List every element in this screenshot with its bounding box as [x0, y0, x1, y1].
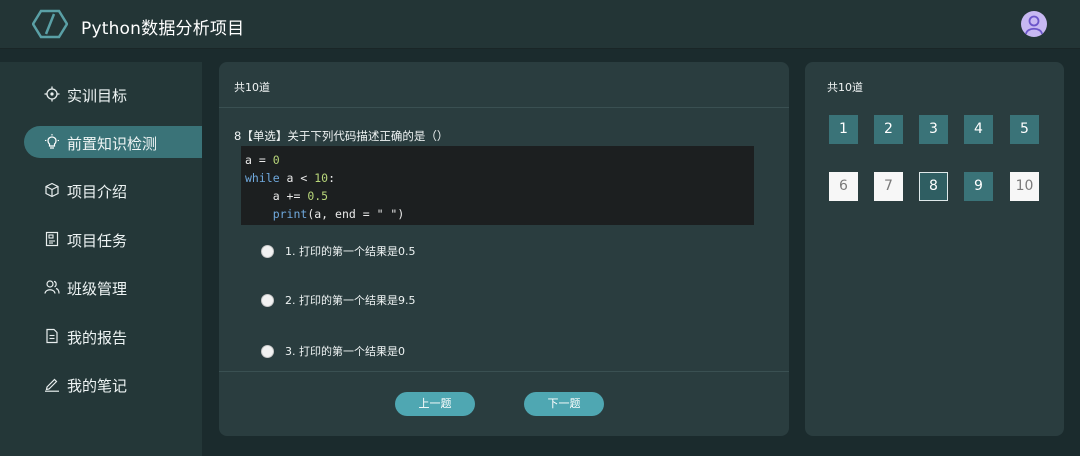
answer-option-1[interactable]: 1. 打印的第一个结果是0.5	[261, 243, 416, 259]
question-number-button[interactable]: 7	[874, 172, 903, 201]
radio-button[interactable]	[261, 244, 274, 258]
sidebar-item-label: 我的笔记	[67, 377, 128, 395]
cube-icon	[45, 182, 59, 198]
answer-sheet-panel: 共10道 1 2 3 4 5 6 7 8 9 10	[805, 62, 1064, 436]
lightbulb-icon	[45, 134, 59, 149]
question-number-button-current[interactable]: 8	[919, 172, 948, 201]
code-line: a += 0.5	[245, 189, 329, 203]
question-panel-header: 共10道	[219, 62, 789, 108]
code-line: print(a, end = " ")	[272, 207, 405, 221]
sidebar-item-label: 项目任务	[67, 232, 128, 250]
sidebar-item-my-report[interactable]: 我的报告	[24, 320, 202, 352]
question-number-button[interactable]: 4	[964, 115, 993, 144]
app-title: Python数据分析项目	[81, 19, 245, 39]
sidebar-item-project-tasks[interactable]: 项目任务	[24, 223, 202, 255]
sidebar-item-label: 前置知识检测	[67, 135, 158, 153]
option-label: 2. 打印的第一个结果是9.5	[285, 294, 416, 307]
question-number-button[interactable]: 5	[1010, 115, 1039, 144]
code-line: a = 0	[245, 153, 280, 167]
next-question-button[interactable]: 下一题	[524, 392, 604, 416]
radio-button[interactable]	[261, 344, 274, 358]
sidebar-item-prerequisite-check[interactable]: 前置知识检测	[24, 126, 202, 158]
option-label: 3. 打印的第一个结果是0	[285, 345, 405, 358]
logo-icon	[32, 9, 68, 39]
prev-question-button[interactable]: 上一题	[395, 392, 475, 416]
question-panel: 共10道 8【单选】关于下列代码描述正确的是（） a = 0 while a <…	[219, 62, 789, 436]
question-number-button[interactable]: 10	[1010, 172, 1039, 201]
option-label: 1. 打印的第一个结果是0.5	[285, 245, 416, 258]
answer-sheet-total: 共10道	[827, 81, 863, 94]
divider	[219, 371, 789, 372]
sidebar: 实训目标 前置知识检测 项目介绍 项目任务 班级管理 我的报告 我的笔记	[0, 62, 202, 456]
answer-option-3[interactable]: 3. 打印的第一个结果是0	[261, 343, 405, 359]
question-number-button[interactable]: 2	[874, 115, 903, 144]
question-number-button[interactable]: 6	[829, 172, 858, 201]
question-number-button[interactable]: 3	[919, 115, 948, 144]
sidebar-item-label: 实训目标	[67, 87, 128, 105]
sidebar-item-goals[interactable]: 实训目标	[24, 78, 202, 110]
code-block: a = 0 while a < 10: a += 0.5 print(a, en…	[241, 146, 754, 225]
user-avatar-icon[interactable]	[1021, 11, 1047, 37]
question-title: 8【单选】关于下列代码描述正确的是（）	[234, 129, 449, 143]
sidebar-item-label: 班级管理	[67, 280, 128, 298]
sidebar-item-project-intro[interactable]: 项目介绍	[24, 174, 202, 206]
question-total: 共10道	[234, 81, 270, 94]
question-number-button[interactable]: 1	[829, 115, 858, 144]
sidebar-item-class-management[interactable]: 班级管理	[24, 271, 202, 303]
people-icon	[44, 280, 60, 294]
question-number-button[interactable]: 9	[964, 172, 993, 201]
top-bar: Python数据分析项目	[0, 0, 1080, 49]
sidebar-item-label: 我的报告	[67, 329, 128, 347]
answer-option-2[interactable]: 2. 打印的第一个结果是9.5	[261, 292, 416, 308]
radio-button[interactable]	[261, 293, 274, 307]
code-line: while a < 10:	[245, 171, 336, 185]
sidebar-item-my-notes[interactable]: 我的笔记	[24, 368, 202, 400]
task-list-icon	[45, 231, 59, 247]
target-icon	[44, 86, 60, 102]
sidebar-item-label: 项目介绍	[67, 183, 128, 201]
pen-icon	[45, 378, 59, 392]
document-icon	[46, 328, 58, 344]
